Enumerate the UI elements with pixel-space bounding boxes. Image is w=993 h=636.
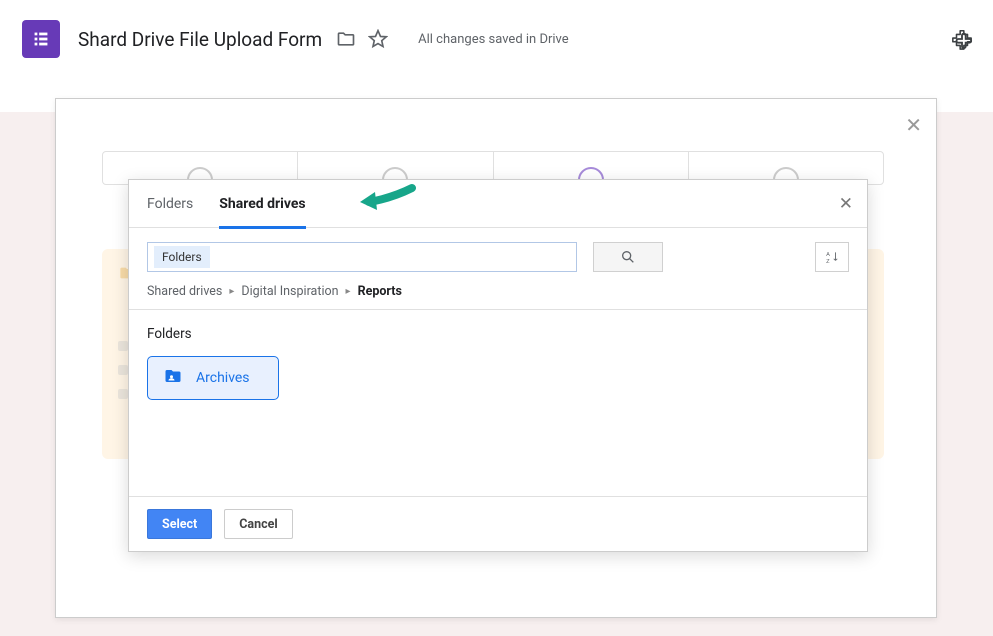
sort-button[interactable]: AZ bbox=[815, 242, 849, 272]
folder-icon[interactable] bbox=[336, 29, 356, 49]
tab-folders[interactable]: Folders bbox=[147, 180, 193, 228]
breadcrumb-mid[interactable]: Digital Inspiration bbox=[241, 284, 338, 299]
svg-text:Z: Z bbox=[826, 259, 830, 264]
folder-item-archives[interactable]: Archives bbox=[147, 356, 279, 400]
breadcrumb: Shared drives ▸ Digital Inspiration ▸ Re… bbox=[147, 284, 849, 299]
tab-shared-drives[interactable]: Shared drives bbox=[219, 180, 305, 228]
shared-folder-icon bbox=[162, 367, 184, 389]
folder-label: Archives bbox=[196, 370, 250, 386]
chevron-right-icon: ▸ bbox=[346, 286, 351, 297]
search-input[interactable]: Folders bbox=[147, 242, 577, 272]
chevron-right-icon: ▸ bbox=[229, 286, 234, 297]
addons-icon[interactable] bbox=[951, 28, 973, 54]
folder-picker-dialog: Folders Shared drives ✕ Folders AZ Share… bbox=[128, 179, 868, 552]
forms-logo-icon[interactable] bbox=[22, 20, 60, 58]
folders-section-label: Folders bbox=[147, 326, 849, 342]
svg-text:A: A bbox=[826, 252, 830, 258]
close-icon[interactable]: ✕ bbox=[839, 194, 853, 214]
save-status: All changes saved in Drive bbox=[418, 32, 569, 47]
picker-tabs: Folders Shared drives ✕ bbox=[129, 180, 867, 228]
select-button[interactable]: Select bbox=[147, 509, 212, 539]
breadcrumb-root[interactable]: Shared drives bbox=[147, 284, 222, 299]
close-icon[interactable]: ✕ bbox=[905, 113, 922, 137]
document-title[interactable]: Shard Drive File Upload Form bbox=[78, 28, 322, 51]
cancel-button[interactable]: Cancel bbox=[224, 509, 292, 539]
search-button[interactable] bbox=[593, 242, 663, 272]
search-filter-chip[interactable]: Folders bbox=[154, 246, 210, 268]
app-header: Shard Drive File Upload Form All changes… bbox=[0, 0, 993, 78]
breadcrumb-current: Reports bbox=[358, 284, 402, 299]
star-icon[interactable] bbox=[368, 29, 388, 49]
